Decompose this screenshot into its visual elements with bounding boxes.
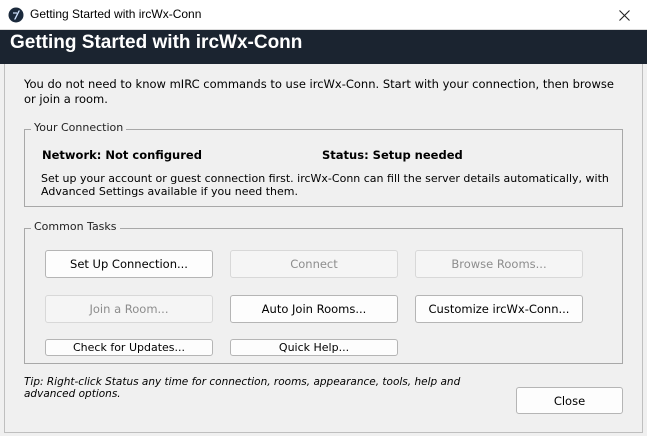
connection-description: Set up your account or guest connection … [41, 172, 609, 198]
close-icon[interactable] [607, 3, 641, 27]
browse-rooms-button[interactable]: Browse Rooms... [415, 250, 583, 278]
intro-text: You do not need to know mIRC commands to… [24, 77, 614, 106]
header-title: Getting Started with ircWx-Conn [10, 32, 303, 53]
join-room-button[interactable]: Join a Room... [45, 295, 213, 323]
auto-join-rooms-button[interactable]: Auto Join Rooms... [230, 295, 398, 323]
close-button[interactable]: Close [516, 387, 623, 414]
common-tasks-label: Common Tasks [31, 220, 120, 233]
tip-text: Tip: Right-click Status any time for con… [24, 376, 461, 400]
check-updates-button[interactable]: Check for Updates... [45, 339, 213, 356]
window-titlebar: Getting Started with ircWx-Conn [0, 0, 647, 30]
header-band: Getting Started with ircWx-Conn [0, 30, 647, 64]
customize-button[interactable]: Customize ircWx-Conn... [415, 295, 583, 323]
window-title: Getting Started with ircWx-Conn [30, 7, 202, 21]
app-logo-icon [8, 7, 24, 23]
connect-button[interactable]: Connect [230, 250, 398, 278]
network-status: Network: Not configured [42, 148, 202, 162]
quick-help-button[interactable]: Quick Help... [230, 339, 398, 356]
connection-group: Your Connection Network: Not configured … [24, 121, 623, 207]
setup-connection-button[interactable]: Set Up Connection... [45, 250, 213, 278]
setup-status: Status: Setup needed [322, 148, 463, 162]
connection-group-label: Your Connection [31, 121, 127, 134]
